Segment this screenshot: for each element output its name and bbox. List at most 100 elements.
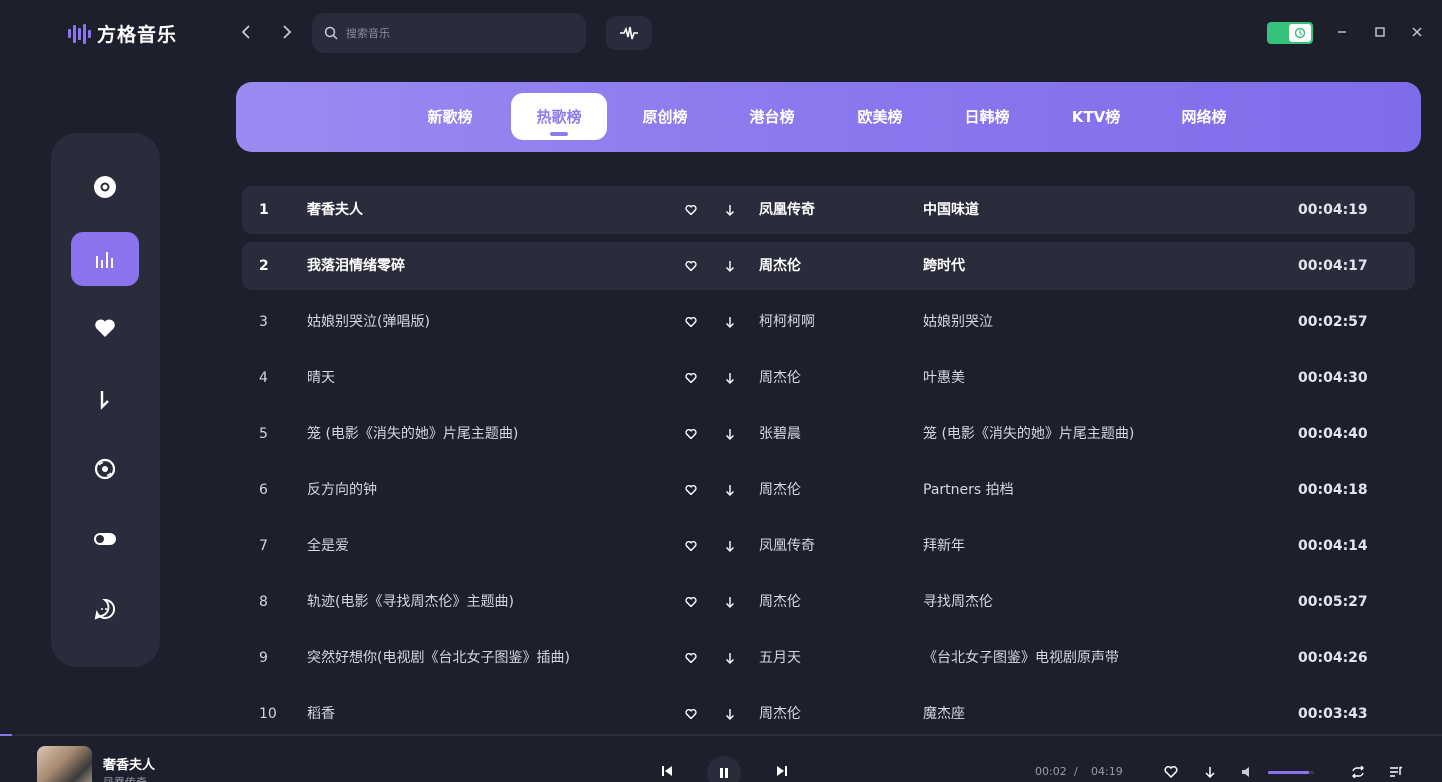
song-artist[interactable]: 周杰伦: [759, 578, 801, 626]
table-row[interactable]: 6 反方向的钟 周杰伦 Partners 拍档 00:04:18: [242, 466, 1415, 514]
sidebar-item-charts[interactable]: [71, 232, 139, 286]
tab-western[interactable]: 欧美榜: [832, 93, 928, 140]
playlist-button[interactable]: [1388, 765, 1404, 779]
volume-slider[interactable]: [1268, 771, 1314, 774]
arrow-down-icon[interactable]: [721, 354, 739, 402]
song-title: 晴天: [307, 370, 335, 386]
heart-outline-icon[interactable]: [682, 690, 700, 738]
arrow-down-icon[interactable]: [721, 578, 739, 626]
song-title: 全是爱: [307, 538, 349, 554]
tab-hot-songs[interactable]: 热歌榜: [511, 93, 607, 140]
song-album[interactable]: 跨时代: [923, 242, 965, 290]
playlist-icon: [1390, 766, 1403, 777]
total-time: 04:19: [1091, 765, 1123, 778]
app-title: 方格音乐: [97, 24, 178, 46]
heart-outline-icon[interactable]: [682, 354, 700, 402]
song-artist[interactable]: 周杰伦: [759, 242, 801, 290]
song-album[interactable]: 姑娘别哭泣: [923, 298, 993, 346]
next-button[interactable]: [775, 764, 789, 778]
song-album[interactable]: 中国味道: [923, 186, 979, 234]
heart-outline-icon[interactable]: [682, 242, 700, 290]
heart-outline-icon[interactable]: [682, 634, 700, 682]
table-row[interactable]: 3 姑娘别哭泣(弹唱版) 柯柯柯啊 姑娘别哭泣 00:02:57: [242, 298, 1415, 346]
skip-next-icon: [777, 766, 787, 776]
download-current-button[interactable]: [1202, 765, 1218, 779]
song-artist[interactable]: 凤凰传奇: [759, 186, 815, 234]
progress-fill: [0, 734, 12, 736]
minimize-button[interactable]: [1330, 21, 1354, 45]
table-row[interactable]: 7 全是爱 凤凰传奇 拜新年 00:04:14: [242, 522, 1415, 570]
song-duration: 00:03:43: [1298, 706, 1368, 722]
search-box[interactable]: [312, 13, 586, 53]
song-artist[interactable]: 周杰伦: [759, 690, 801, 738]
song-album[interactable]: Partners 拍档: [923, 466, 1014, 514]
song-artist[interactable]: 周杰伦: [759, 466, 801, 514]
heart-outline-icon[interactable]: [682, 578, 700, 626]
arrow-down-icon[interactable]: [721, 466, 739, 514]
song-album[interactable]: 叶惠美: [923, 354, 965, 402]
arrow-down-icon[interactable]: [721, 242, 739, 290]
previous-button[interactable]: [660, 764, 674, 778]
forward-button[interactable]: [277, 20, 297, 44]
pause-button[interactable]: [707, 756, 741, 782]
song-album[interactable]: 笼 (电影《消失的她》片尾主题曲): [923, 410, 1134, 458]
table-row[interactable]: 10 稻香 周杰伦 魔杰座 00:03:43: [242, 690, 1415, 738]
heart-outline-icon[interactable]: [682, 298, 700, 346]
volume-button[interactable]: [1240, 765, 1256, 779]
tab-jp-kr[interactable]: 日韩榜: [939, 93, 1035, 140]
like-current-button[interactable]: [1163, 765, 1179, 779]
song-artist[interactable]: 柯柯柯啊: [759, 298, 815, 346]
table-row[interactable]: 2 我落泪情绪零碎 周杰伦 跨时代 00:04:17: [242, 242, 1415, 290]
heart-outline-icon[interactable]: [682, 410, 700, 458]
tab-new-songs[interactable]: 新歌榜: [402, 93, 498, 140]
arrow-down-icon[interactable]: [721, 634, 739, 682]
song-album[interactable]: 魔杰座: [923, 690, 965, 738]
sidebar-item-downloads[interactable]: [71, 373, 139, 427]
song-artist[interactable]: 凤凰传奇: [759, 522, 815, 570]
tab-hk-tw[interactable]: 港台榜: [724, 93, 820, 140]
voice-search-button[interactable]: [606, 16, 652, 50]
song-artist[interactable]: 周杰伦: [759, 354, 801, 402]
close-button[interactable]: [1405, 21, 1429, 45]
song-index: 9: [259, 650, 268, 666]
album-cover[interactable]: [37, 746, 92, 782]
table-row[interactable]: 4 晴天 周杰伦 叶惠美 00:04:30: [242, 354, 1415, 402]
sidebar-item-albums[interactable]: [71, 442, 139, 496]
arrow-down-icon[interactable]: [721, 186, 739, 234]
maximize-button[interactable]: [1368, 21, 1392, 45]
heart-outline-icon[interactable]: [682, 522, 700, 570]
table-row[interactable]: 8 轨迹(电影《寻找周杰伦》主题曲) 周杰伦 寻找周杰伦 00:05:27: [242, 578, 1415, 626]
arrow-down-icon[interactable]: [721, 690, 739, 738]
tab-ktv[interactable]: KTV榜: [1048, 93, 1144, 140]
sidebar-item-messages[interactable]: [71, 582, 139, 636]
table-row[interactable]: 5 笼 (电影《消失的她》片尾主题曲) 张碧晨 笼 (电影《消失的她》片尾主题曲) 00…: [242, 410, 1415, 458]
song-index: 5: [259, 426, 268, 442]
table-row[interactable]: 1 奢香夫人 凤凰传奇 中国味道 00:04:19: [242, 186, 1415, 234]
table-row[interactable]: 9 突然好想你(电视剧《台北女子图鉴》插曲) 五月天 《台北女子图鉴》电视剧原声带 00…: [242, 634, 1415, 682]
arrow-down-icon[interactable]: [721, 522, 739, 570]
minimize-icon: [1338, 31, 1346, 33]
progress-bar[interactable]: [0, 734, 1442, 736]
song-album[interactable]: 寻找周杰伦: [923, 578, 993, 626]
song-title: 稻香: [307, 706, 335, 722]
song-duration: 00:04:40: [1298, 426, 1368, 442]
sidebar-item-discover[interactable]: [71, 160, 139, 214]
chart-tabs: 新歌榜 热歌榜 原创榜 港台榜 欧美榜 日韩榜 KTV榜 网络榜: [236, 82, 1421, 152]
sidebar-item-settings[interactable]: [71, 512, 139, 566]
song-album[interactable]: 拜新年: [923, 522, 965, 570]
heart-outline-icon[interactable]: [682, 186, 700, 234]
song-artist[interactable]: 五月天: [759, 634, 801, 682]
arrow-down-icon[interactable]: [721, 298, 739, 346]
disc-icon: [94, 176, 116, 198]
theme-toggle[interactable]: [1267, 22, 1313, 44]
arrow-down-icon[interactable]: [721, 410, 739, 458]
song-artist[interactable]: 张碧晨: [759, 410, 801, 458]
song-album[interactable]: 《台北女子图鉴》电视剧原声带: [923, 634, 1119, 682]
loop-button[interactable]: [1350, 765, 1366, 779]
sidebar-item-favorites[interactable]: [71, 301, 139, 355]
tab-network[interactable]: 网络榜: [1156, 93, 1252, 140]
search-input[interactable]: [346, 26, 566, 40]
heart-outline-icon[interactable]: [682, 466, 700, 514]
tab-original[interactable]: 原创榜: [617, 93, 713, 140]
back-button[interactable]: [236, 20, 256, 44]
